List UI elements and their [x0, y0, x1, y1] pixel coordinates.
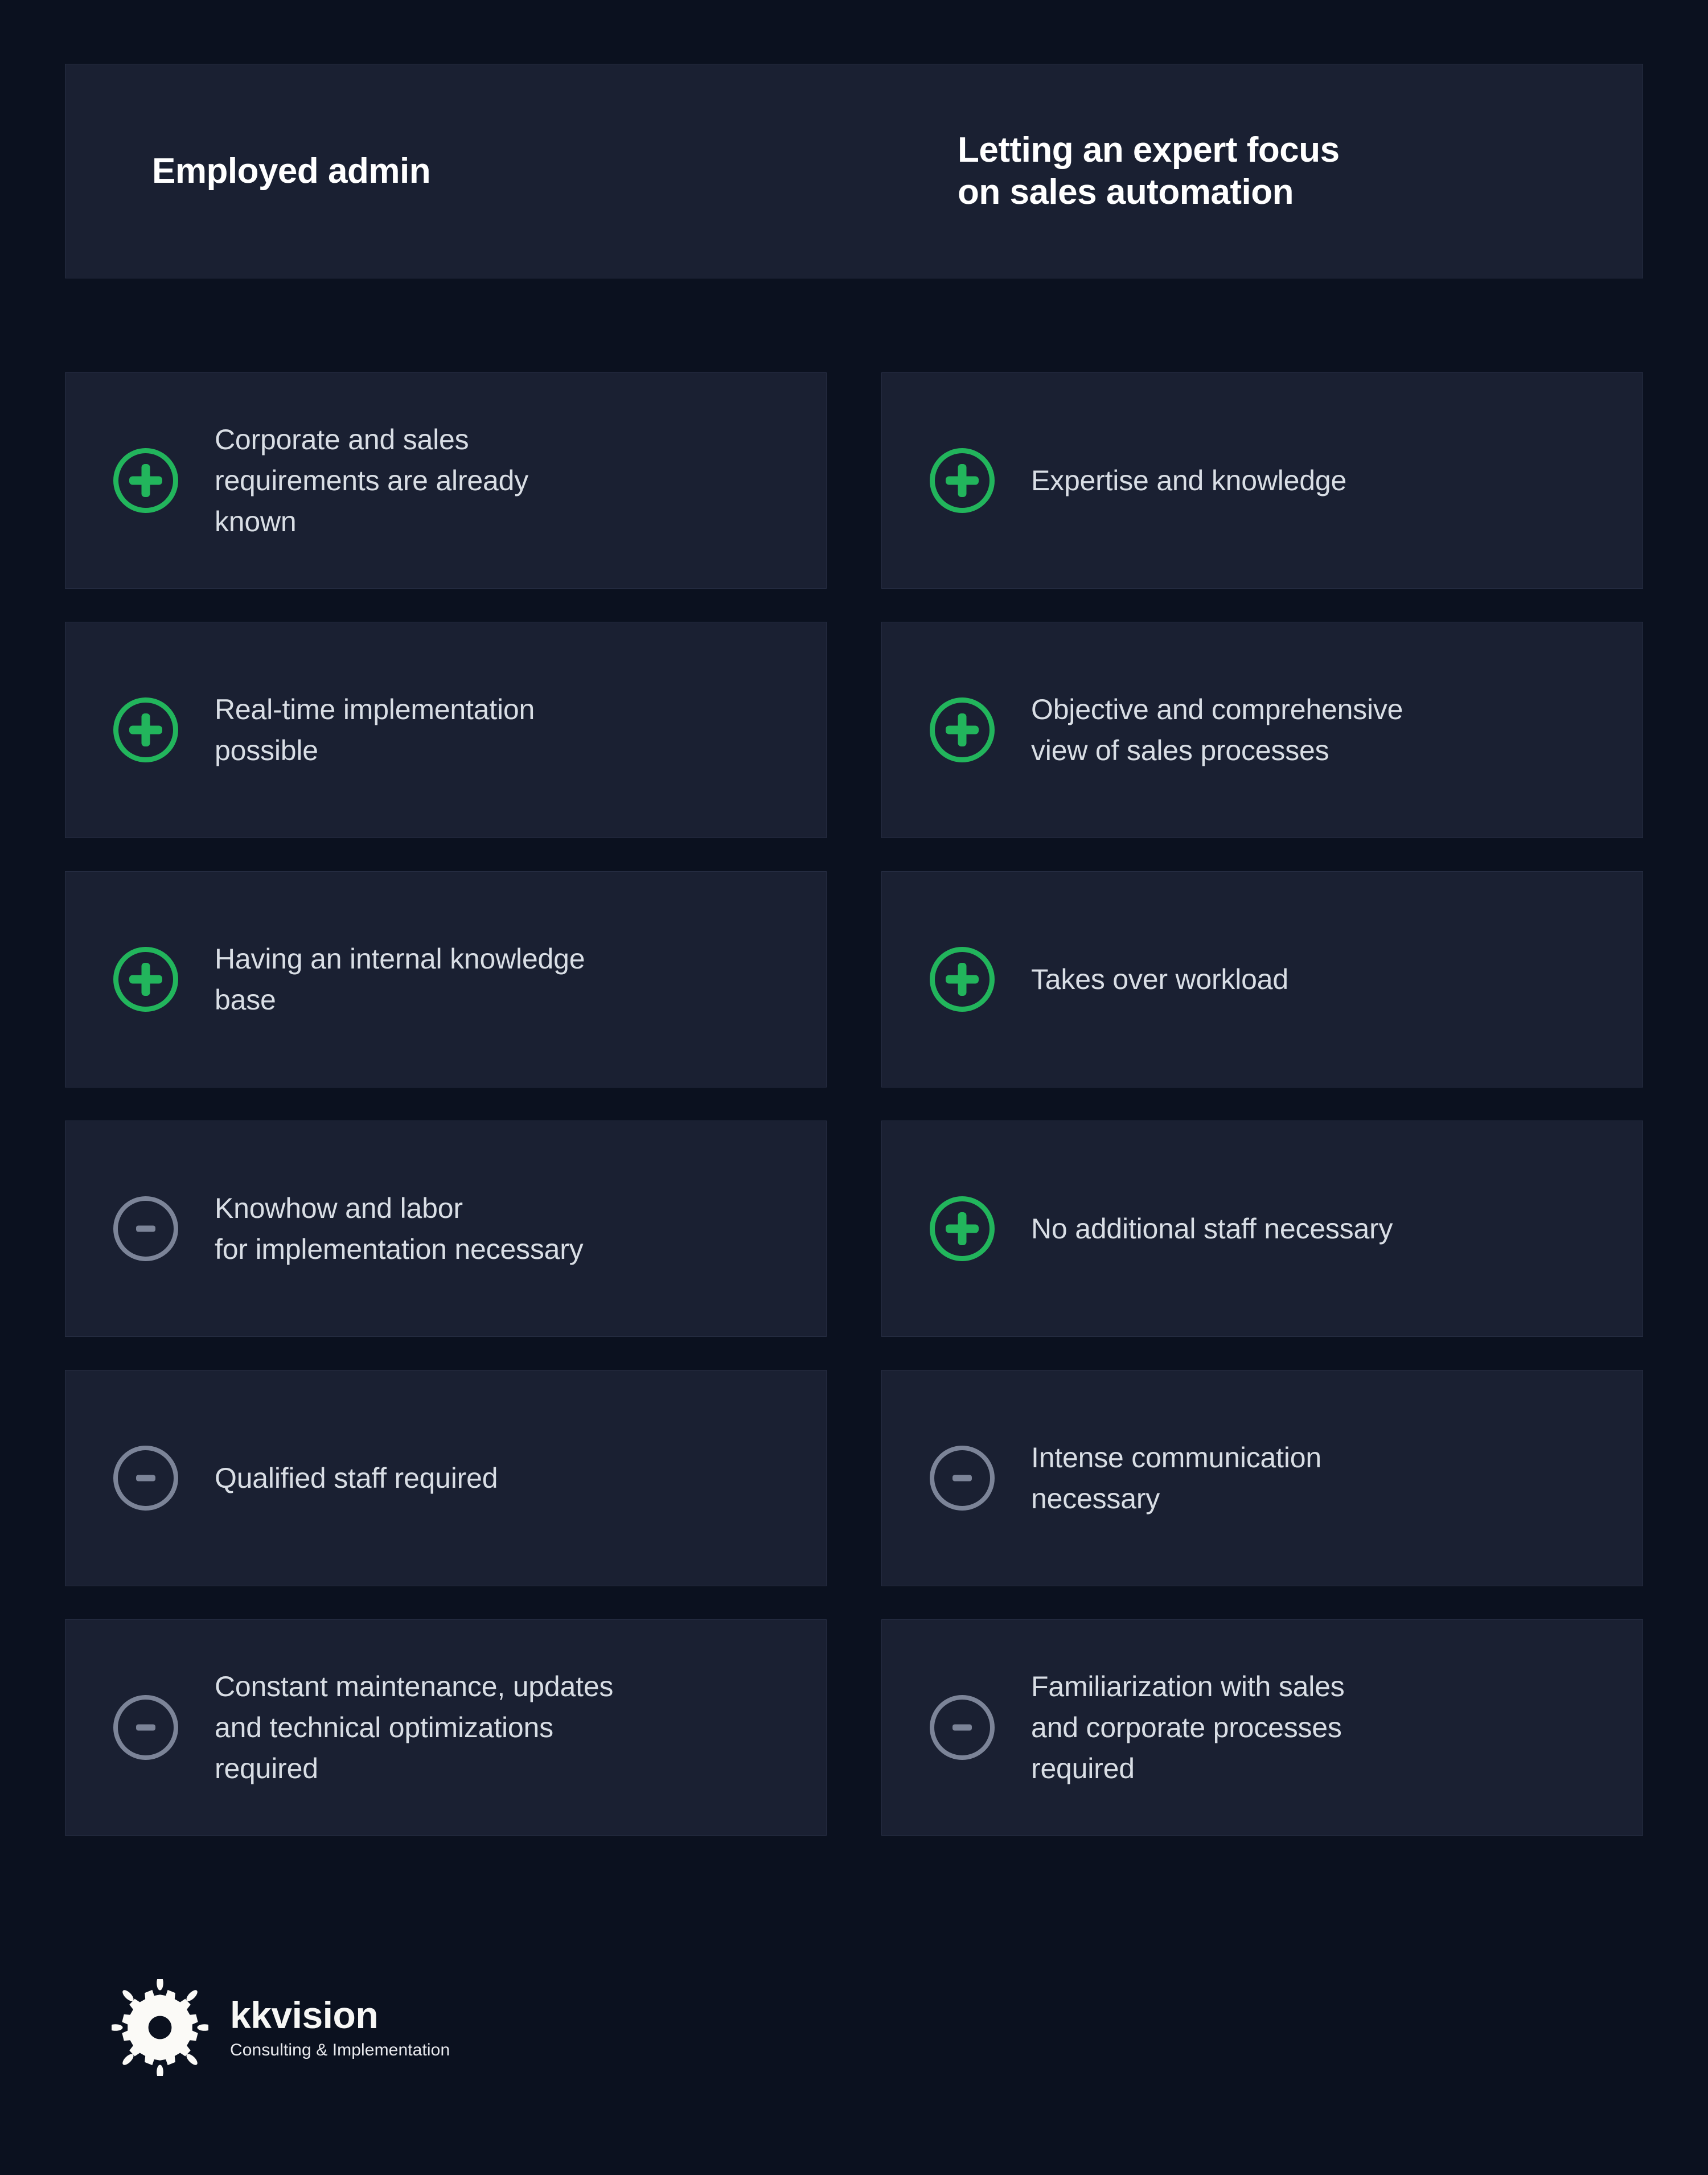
header-column-left: Employed admin [65, 64, 854, 278]
comparison-card: Having an internal knowledge base [65, 871, 827, 1088]
card-label: Takes over workload [1031, 963, 1288, 995]
comparison-card: Qualified staff required [65, 1370, 827, 1586]
comparison-infographic: Employed admin Letting an expert focus o… [0, 0, 1708, 2175]
plus-icon [930, 1196, 995, 1261]
card-label: Real-time implementation possible [215, 693, 535, 766]
card-label: Familiarization with sales and corporate… [1031, 1671, 1345, 1784]
comparison-card: Takes over workload [881, 871, 1643, 1088]
comparison-card: Constant maintenance, updates and techni… [65, 1619, 827, 1836]
card-label: Intense communication necessary [1031, 1442, 1321, 1515]
comparison-card: Real-time implementation possible [65, 622, 827, 838]
card-label: Objective and comprehensive view of sale… [1031, 693, 1403, 766]
header-column-right: Letting an expert focus on sales automat… [854, 64, 1643, 278]
card-marker [930, 1695, 1015, 1760]
comparison-card: Intense communication necessary [881, 1370, 1643, 1586]
comparison-grid: Corporate and sales requirements are alr… [65, 372, 1643, 1836]
card-label: No additional staff necessary [1031, 1213, 1393, 1245]
comparison-card: Corporate and sales requirements are alr… [65, 372, 827, 589]
card-marker [113, 1695, 199, 1760]
card-marker [113, 1446, 199, 1511]
minus-icon [930, 1446, 995, 1511]
plus-icon [930, 448, 995, 513]
card-marker [113, 947, 199, 1012]
gear-sun-logo-icon [108, 1976, 212, 2079]
plus-icon [113, 448, 178, 513]
plus-icon [930, 947, 995, 1012]
plus-icon [113, 697, 178, 762]
brand-wordmark: kkvision Consulting & Implementation [230, 1996, 450, 2059]
minus-icon [113, 1695, 178, 1760]
card-marker [930, 1446, 1015, 1511]
brand-name: kkvision [230, 1994, 379, 2036]
card-label: Qualified staff required [215, 1462, 498, 1494]
minus-icon [930, 1695, 995, 1760]
comparison-card: Expertise and knowledge [881, 372, 1643, 589]
card-label: Knowhow and labor for implementation nec… [215, 1192, 584, 1265]
page-title-right: Letting an expert focus on sales automat… [958, 130, 1340, 212]
card-label: Constant maintenance, updates and techni… [215, 1671, 614, 1784]
card-marker [930, 448, 1015, 513]
brand-footer: kkvision Consulting & Implementation [108, 1976, 450, 2079]
column-headers: Employed admin Letting an expert focus o… [65, 64, 1643, 278]
comparison-card: Objective and comprehensive view of sale… [881, 622, 1643, 838]
minus-icon [113, 1196, 178, 1261]
comparison-card: Knowhow and labor for implementation nec… [65, 1121, 827, 1337]
card-label: Corporate and sales requirements are alr… [215, 424, 529, 537]
card-marker [930, 1196, 1015, 1261]
page-title-left: Employed admin [152, 151, 431, 191]
card-label: Expertise and knowledge [1031, 465, 1347, 496]
comparison-card: No additional staff necessary [881, 1121, 1643, 1337]
card-label: Having an internal knowledge base [215, 943, 585, 1016]
card-marker [930, 947, 1015, 1012]
plus-icon [930, 697, 995, 762]
card-marker [930, 697, 1015, 762]
card-marker [113, 697, 199, 762]
brand-tagline: Consulting & Implementation [230, 2041, 450, 2059]
minus-icon [113, 1446, 178, 1511]
card-marker [113, 448, 199, 513]
plus-icon [113, 947, 178, 1012]
card-marker [113, 1196, 199, 1261]
comparison-card: Familiarization with sales and corporate… [881, 1619, 1643, 1836]
